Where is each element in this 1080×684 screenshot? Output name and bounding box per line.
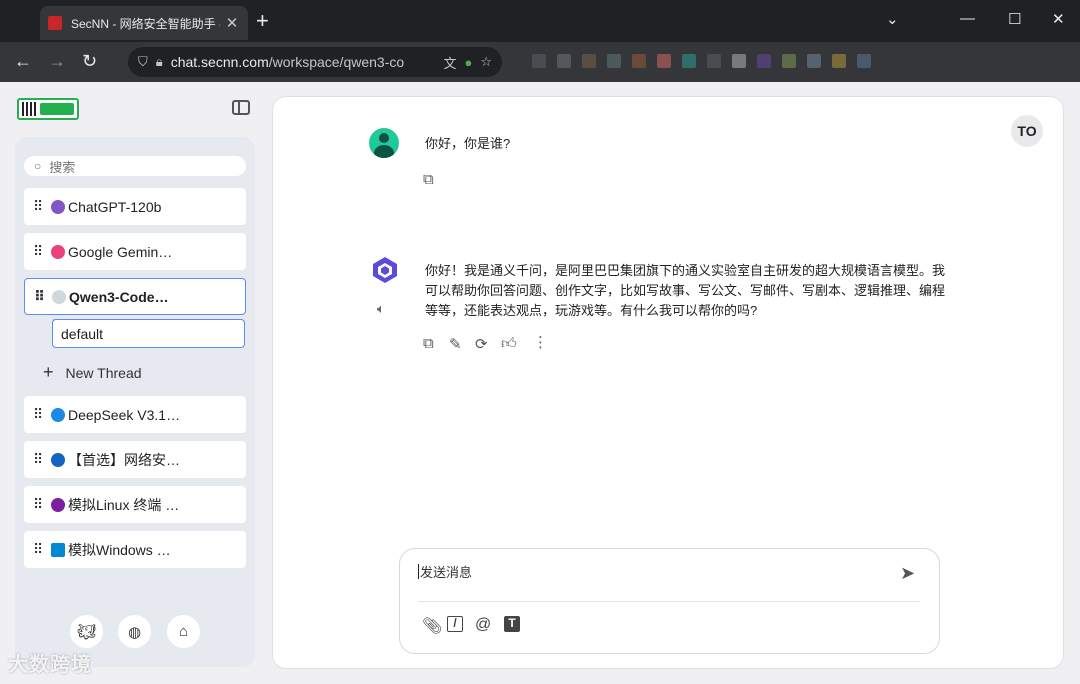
forward-button[interactable]: →	[48, 51, 66, 71]
user-menu-avatar[interactable]: TO	[1011, 115, 1043, 147]
tab-close-icon[interactable]: ✕	[224, 14, 240, 32]
drag-handle-icon[interactable]: ⠿	[33, 451, 43, 468]
search-input[interactable]: ○ 搜索	[24, 156, 246, 176]
site-favicon-icon	[48, 16, 62, 30]
sidebar: ○ 搜索 ⠿ ChatGPT-120b ⠿ Google Gemin… ⠿ Qw…	[15, 137, 255, 667]
url-text: chat.secnn.com/workspace/qwen3-co	[170, 54, 405, 70]
home-icon[interactable]: ⌂	[167, 615, 200, 648]
drag-handle-icon[interactable]: ⠿	[33, 406, 43, 423]
regenerate-icon[interactable]: ⟳	[475, 335, 488, 353]
monitor-icon	[51, 542, 65, 557]
robot-icon	[51, 199, 65, 214]
bookmark-star-icon[interactable]: ☆	[480, 54, 492, 70]
brain-icon	[51, 244, 65, 259]
lock-icon[interactable]: 🔒︎	[156, 54, 163, 70]
model-label: Qwen3-Code…	[69, 288, 169, 305]
watermark: 大数跨境	[8, 654, 92, 676]
assistant-message-line: 你好！我是通义千问，是阿里巴巴集团旗下的通义实验室自主研发的超大规模语言模型。我	[425, 263, 946, 278]
close-window-button[interactable]: ✕	[1052, 10, 1065, 28]
user-avatar	[369, 128, 399, 158]
drag-handle-icon[interactable]: ⠿	[33, 198, 43, 215]
minimize-button[interactable]: —	[960, 10, 975, 27]
plus-icon: +	[43, 362, 54, 382]
blurred-extensions	[532, 54, 871, 68]
back-button[interactable]: ←	[14, 51, 32, 71]
thread-item-default[interactable]: default	[52, 319, 245, 348]
sidebar-item-model[interactable]: ⠿ ChatGPT-120b	[24, 188, 246, 225]
drag-handle-icon[interactable]: ⠿	[34, 288, 45, 305]
globe-icon[interactable]: ◍	[118, 615, 151, 648]
copy-icon[interactable]: ⧉	[423, 171, 434, 188]
user-message: 你好，你是谁?	[425, 136, 511, 151]
magnifier-icon	[51, 407, 65, 422]
new-thread-button[interactable]: + New Thread	[43, 362, 142, 383]
sidebar-item-model[interactable]: ⠿ Google Gemin…	[24, 233, 246, 270]
edit-icon[interactable]: ✎	[449, 335, 462, 353]
speaker-icon[interactable]: 🔈︎	[377, 301, 385, 317]
chat-panel: TO 你好，你是谁? ⧉ 🔈︎ 你好！我是通义千问，是阿里巴巴集团旗下的通义实验…	[272, 96, 1064, 669]
drag-handle-icon[interactable]: ⠿	[33, 243, 43, 260]
maximize-button[interactable]: ☐	[1008, 10, 1021, 28]
shield-icon	[51, 452, 65, 467]
model-label: Google Gemin…	[68, 243, 173, 260]
message-composer: 发送消息 ➤ 📎︎ / @ T	[399, 548, 940, 654]
qwen-logo-icon	[373, 257, 397, 283]
app-area: ○ 搜索 ⠿ ChatGPT-120b ⠿ Google Gemin… ⠿ Qw…	[0, 82, 1080, 684]
slash-command-icon[interactable]: /	[447, 616, 463, 632]
model-label: ChatGPT-120b	[68, 198, 162, 215]
message-placeholder: 发送消息	[420, 565, 473, 580]
more-options-icon[interactable]: ⋮	[533, 333, 548, 351]
assistant-message-line: 等等，还能表达观点，玩游戏等。有什么我可以帮你的吗?	[425, 303, 758, 318]
model-label: 【首选】网络安…	[68, 451, 180, 468]
send-icon[interactable]: ➤	[900, 563, 915, 584]
mention-icon[interactable]: @	[475, 616, 491, 634]
assistant-message: 你好！我是通义千问，是阿里巴巴集团旗下的通义实验室自主研发的超大规模语言模型。我…	[425, 261, 955, 321]
sidebar-item-model[interactable]: ⠿ DeepSeek V3.1…	[24, 396, 246, 433]
github-icon[interactable]: 🐙︎	[70, 615, 103, 648]
copy-icon[interactable]: ⧉	[423, 335, 434, 352]
message-input[interactable]: 发送消息	[418, 562, 472, 581]
composer-divider	[418, 601, 920, 602]
globe-icon[interactable]: ●	[464, 55, 472, 70]
penguin-icon	[51, 497, 65, 512]
search-placeholder: 搜索	[49, 159, 76, 175]
text-format-icon[interactable]: T	[504, 616, 520, 632]
translate-icon[interactable]: 文	[443, 53, 456, 72]
sidebar-item-model[interactable]: ⠿ 模拟Linux 终端 …	[24, 486, 246, 523]
tab-search-icon[interactable]: ⌄	[886, 10, 899, 28]
browser-tab[interactable]: SecNN - 网络安全智能助手 - 测 ✕	[40, 6, 248, 40]
sidebar-item-model[interactable]: ⠿ 模拟Windows …	[24, 531, 246, 568]
attachment-icon[interactable]: 📎︎	[422, 616, 442, 636]
shield-icon[interactable]: ⛉	[138, 54, 148, 70]
sidebar-item-model[interactable]: ⠿ 【首选】网络安…	[24, 441, 246, 478]
sidebar-item-model-active[interactable]: ⠿ Qwen3-Code…	[24, 278, 246, 315]
model-label: DeepSeek V3.1…	[68, 406, 181, 423]
assistant-message-line: 可以帮助你回答问题、创作文字，比如写故事、写公文、写邮件、写剧本、逻辑推理、编程	[425, 283, 946, 298]
tab-title: SecNN - 网络安全智能助手 - 测	[71, 16, 220, 31]
new-thread-label: New Thread	[65, 364, 142, 381]
wechat-badge	[40, 103, 74, 115]
browser-toolbar: ← → ↻ ⛉ 🔒︎ chat.secnn.com/workspace/qwen…	[0, 42, 1080, 82]
reload-button[interactable]: ↻	[82, 51, 97, 71]
qr-code-icon	[22, 102, 36, 116]
search-icon: ○	[34, 159, 42, 173]
drag-handle-icon[interactable]: ⠿	[33, 496, 43, 513]
thumbs-up-icon[interactable]: 👍︎	[501, 335, 517, 353]
cloud-icon	[52, 289, 66, 304]
model-label: 模拟Windows …	[68, 541, 171, 558]
new-tab-button[interactable]: +	[256, 10, 269, 32]
sidebar-toggle-icon[interactable]	[232, 100, 250, 115]
model-label: 模拟Linux 终端 …	[68, 496, 180, 513]
browser-titlebar: SecNN - 网络安全智能助手 - 测 ✕ + ⌄ — ☐ ✕	[0, 0, 1080, 42]
drag-handle-icon[interactable]: ⠿	[33, 541, 43, 558]
site-logo[interactable]	[17, 98, 79, 120]
address-bar[interactable]: ⛉ 🔒︎ chat.secnn.com/workspace/qwen3-co 文…	[128, 47, 502, 77]
